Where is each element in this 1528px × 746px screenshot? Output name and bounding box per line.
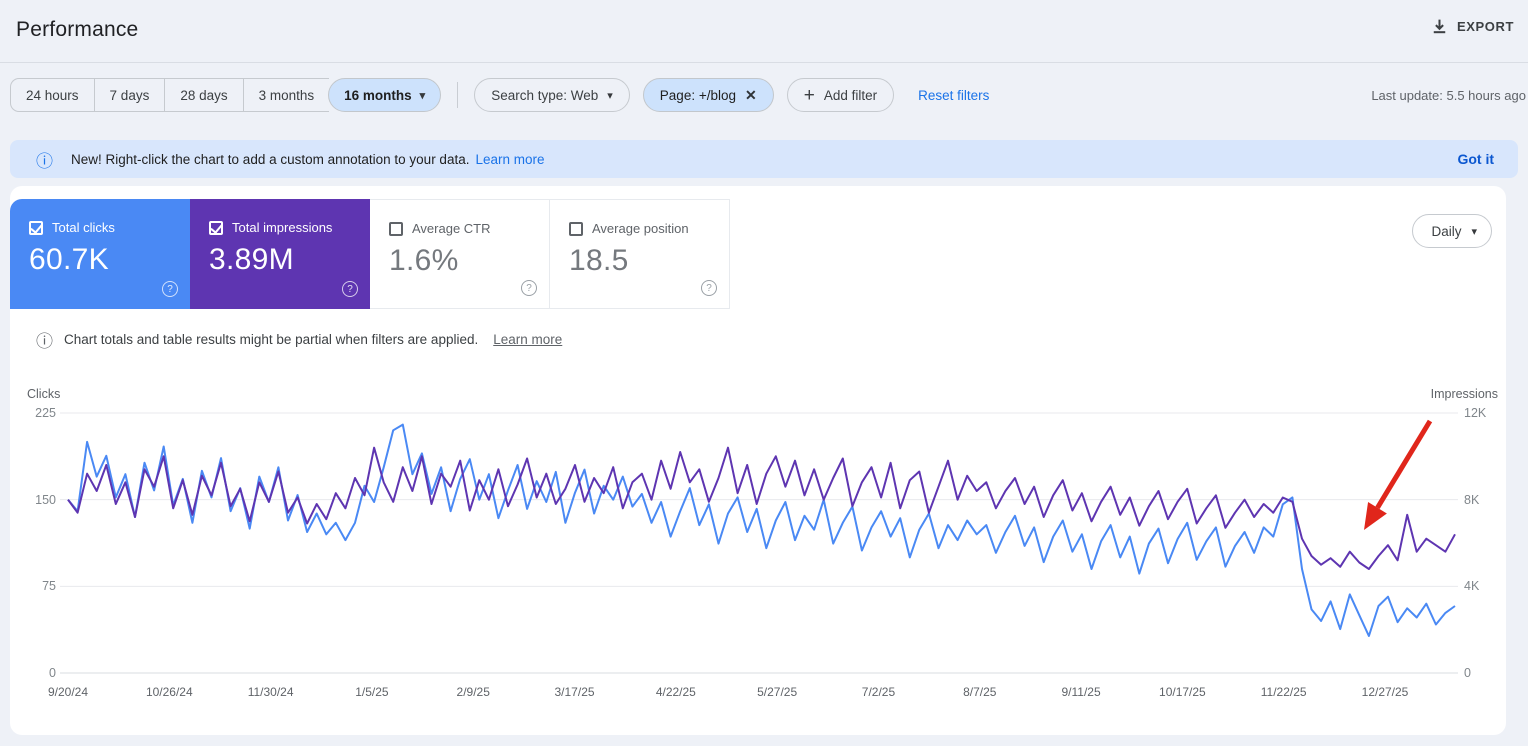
- last-update-text: Last update: 5.5 hours ago: [1371, 88, 1526, 103]
- axis-tick-label: 150: [18, 493, 56, 507]
- axis-tick-label: 9/20/24: [28, 685, 108, 699]
- interval-label: Daily: [1431, 224, 1461, 239]
- header-divider: [0, 62, 1528, 63]
- got-it-button[interactable]: Got it: [1457, 151, 1494, 167]
- annotation-promo-banner: ⓘ New! Right-click the chart to add a cu…: [10, 140, 1518, 178]
- checkbox-unchecked-icon[interactable]: [389, 222, 403, 236]
- metric-label: Total impressions: [232, 220, 332, 235]
- metric-value: 1.6%: [389, 244, 459, 278]
- metric-card-average-ctr[interactable]: Average CTR 1.6% ?: [370, 199, 550, 309]
- range-16-months-label: 16 months: [344, 88, 412, 103]
- metric-value: 3.89M: [209, 243, 294, 277]
- help-icon[interactable]: ?: [162, 281, 178, 297]
- axis-tick-label: 11/30/24: [231, 685, 311, 699]
- banner-learn-more-link[interactable]: Learn more: [475, 152, 544, 167]
- page-filter-chip[interactable]: Page: +/blog ✕: [643, 78, 774, 112]
- interval-dropdown[interactable]: Daily ▾: [1412, 214, 1492, 248]
- series-line-total-clicks[interactable]: [68, 425, 1455, 636]
- date-range-group: 24 hours 7 days 28 days 3 months 16 mont…: [10, 78, 441, 112]
- filter-divider: [457, 82, 458, 108]
- chevron-down-icon: ▾: [1471, 225, 1477, 238]
- search-console-performance-page: Performance EXPORT 24 hours 7 days 28 da…: [0, 0, 1528, 746]
- metric-value: 18.5: [569, 244, 629, 278]
- range-28-days[interactable]: 28 days: [164, 78, 242, 112]
- metric-label: Average CTR: [412, 221, 491, 236]
- axis-tick-label: 12K: [1464, 406, 1498, 420]
- search-type-label: Search type: Web: [491, 88, 598, 103]
- annotation-arrow-head: [1364, 502, 1387, 530]
- add-filter-button[interactable]: + Add filter: [787, 78, 894, 112]
- add-filter-label: Add filter: [824, 88, 877, 103]
- axis-tick-label: 8/7/25: [940, 685, 1020, 699]
- annotation-arrow-line: [1377, 421, 1430, 508]
- banner-text: New! Right-click the chart to add a cust…: [71, 152, 469, 167]
- chevron-down-icon: ▾: [607, 89, 613, 102]
- chart-canvas[interactable]: [0, 377, 1528, 717]
- close-icon[interactable]: ✕: [745, 87, 757, 104]
- partial-data-note: ⓘ Chart totals and table results might b…: [36, 327, 562, 352]
- performance-chart[interactable]: Clicks Impressions 075150225 04K8K12K 9/…: [0, 377, 1528, 717]
- range-24-hours[interactable]: 24 hours: [10, 78, 94, 112]
- page-title: Performance: [16, 18, 138, 42]
- axis-tick-label: 225: [18, 406, 56, 420]
- search-type-filter[interactable]: Search type: Web ▾: [474, 78, 630, 112]
- axis-tick-label: 10/17/25: [1142, 685, 1222, 699]
- axis-tick-label: 12/27/25: [1345, 685, 1425, 699]
- info-icon: ⓘ: [36, 147, 53, 172]
- axis-tick-label: 2/9/25: [433, 685, 513, 699]
- axis-tick-label: 5/27/25: [737, 685, 817, 699]
- export-label: EXPORT: [1457, 19, 1514, 34]
- series-line-total-impressions[interactable]: [68, 448, 1455, 569]
- checkbox-checked-icon[interactable]: [29, 221, 43, 235]
- metric-label: Total clicks: [52, 220, 115, 235]
- checkbox-checked-icon[interactable]: [209, 221, 223, 235]
- info-icon: ⓘ: [36, 327, 53, 352]
- axis-tick-label: 11/22/25: [1244, 685, 1324, 699]
- plus-icon: +: [804, 86, 815, 105]
- chevron-down-icon: ▾: [420, 89, 426, 102]
- range-16-months[interactable]: 16 months ▾: [328, 78, 441, 112]
- metric-label: Average position: [592, 221, 689, 236]
- range-3-months[interactable]: 3 months: [243, 78, 330, 112]
- metric-value: 60.7K: [29, 243, 109, 277]
- axis-tick-label: 75: [18, 579, 56, 593]
- axis-tick-label: 10/26/24: [129, 685, 209, 699]
- checkbox-unchecked-icon[interactable]: [569, 222, 583, 236]
- help-icon[interactable]: ?: [701, 280, 717, 296]
- range-7-days[interactable]: 7 days: [94, 78, 165, 112]
- metric-card-total-clicks[interactable]: Total clicks 60.7K ?: [10, 199, 190, 309]
- filter-bar: 24 hours 7 days 28 days 3 months 16 mont…: [10, 78, 989, 112]
- metric-card-average-position[interactable]: Average position 18.5 ?: [550, 199, 730, 309]
- help-icon[interactable]: ?: [521, 280, 537, 296]
- axis-tick-label: 0: [18, 666, 56, 680]
- help-icon[interactable]: ?: [342, 281, 358, 297]
- axis-tick-label: 1/5/25: [332, 685, 412, 699]
- axis-tick-label: 7/2/25: [838, 685, 918, 699]
- metric-card-total-impressions[interactable]: Total impressions 3.89M ?: [190, 199, 370, 309]
- note-learn-more-link[interactable]: Learn more: [493, 332, 562, 347]
- axis-tick-label: 8K: [1464, 493, 1498, 507]
- axis-tick-label: 4/22/25: [636, 685, 716, 699]
- note-text: Chart totals and table results might be …: [64, 332, 478, 347]
- export-button[interactable]: EXPORT: [1431, 18, 1514, 35]
- page-filter-label: Page: +/blog: [660, 88, 736, 103]
- axis-tick-label: 9/11/25: [1041, 685, 1121, 699]
- download-icon: [1431, 18, 1448, 35]
- axis-tick-label: 0: [1464, 666, 1498, 680]
- axis-tick-label: 3/17/25: [535, 685, 615, 699]
- reset-filters-link[interactable]: Reset filters: [918, 88, 989, 103]
- axis-tick-label: 4K: [1464, 579, 1498, 593]
